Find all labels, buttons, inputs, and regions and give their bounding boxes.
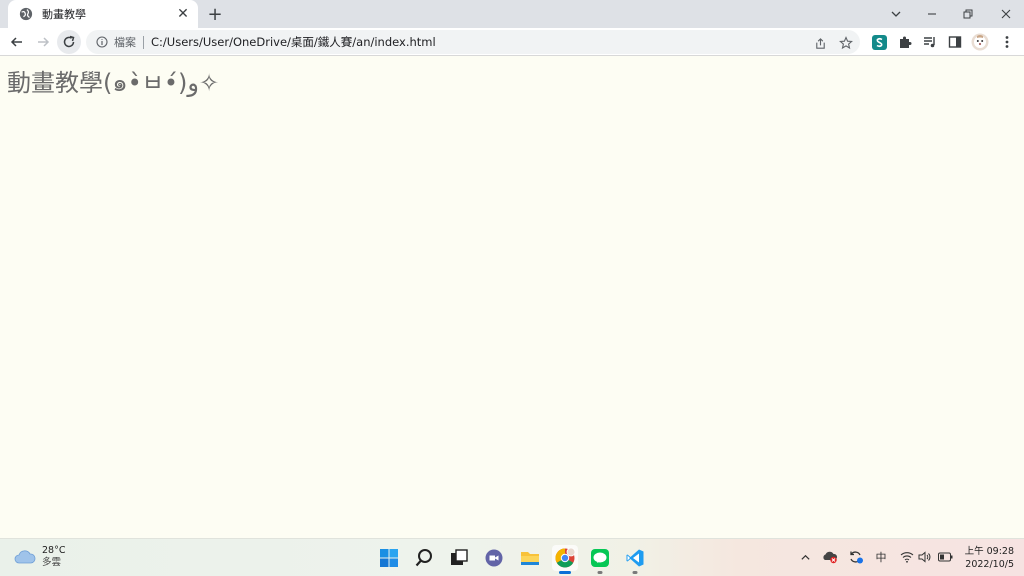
- clock-date: 2022/10/5: [965, 559, 1014, 570]
- windows-taskbar: 28°C 多雲 中 上午 09:28 2022/10/5: [0, 538, 1024, 576]
- page-heading: 動畫教學(๑•̀ㅂ•́)و✧: [7, 69, 220, 97]
- media-queue-icon: [924, 37, 935, 48]
- forward-button[interactable]: [31, 30, 55, 54]
- share-button[interactable]: [811, 34, 829, 52]
- task-view-button[interactable]: [446, 545, 472, 571]
- side-panel-icon: [948, 36, 962, 48]
- search-button[interactable]: [411, 545, 437, 571]
- browser-toolbar: 檔案 C:/Users/User/OneDrive/桌面/鐵人賽/an/inde…: [0, 28, 1024, 56]
- profile-button[interactable]: [971, 33, 989, 51]
- vscode-button[interactable]: [622, 545, 648, 574]
- vscode-icon: [626, 549, 644, 567]
- extensions-button[interactable]: [896, 33, 914, 51]
- windows-logo-icon: [380, 549, 398, 567]
- chrome-menu-button[interactable]: [998, 33, 1016, 51]
- cloud-icon: [14, 550, 36, 564]
- reload-button[interactable]: [57, 30, 81, 54]
- s-extension-button[interactable]: [870, 33, 888, 51]
- volume-button[interactable]: [917, 549, 933, 565]
- tab-close-icon[interactable]: ✕: [174, 5, 192, 23]
- minimize-icon: [928, 13, 936, 15]
- speaker-icon: [918, 551, 931, 563]
- address-separator: [143, 35, 144, 49]
- arrow-left-icon: [10, 37, 22, 47]
- bookmark-button[interactable]: [837, 34, 855, 52]
- wifi-button[interactable]: [899, 549, 915, 565]
- side-panel-button[interactable]: [946, 33, 964, 51]
- close-icon: [1001, 9, 1011, 19]
- info-icon[interactable]: [96, 36, 108, 48]
- chevron-up-icon: [800, 554, 810, 560]
- browser-titlebar: 動畫教學 ✕ +: [0, 0, 1024, 28]
- address-url[interactable]: C:/Users/User/OneDrive/桌面/鐵人賽/an/index.h…: [151, 34, 436, 50]
- line-app-icon: [591, 549, 609, 567]
- address-bar[interactable]: 檔案 C:/Users/User/OneDrive/桌面/鐵人賽/an/inde…: [86, 30, 860, 54]
- running-app-indicator: [597, 571, 603, 574]
- wifi-icon: [900, 552, 914, 563]
- restore-icon: [963, 9, 973, 19]
- new-tab-button[interactable]: +: [204, 4, 226, 25]
- onedrive-status-button[interactable]: [822, 549, 838, 565]
- close-window-button[interactable]: [988, 0, 1024, 28]
- s-extension-icon: [871, 34, 887, 50]
- reading-list-button[interactable]: [921, 33, 939, 51]
- active-app-indicator: [559, 571, 571, 574]
- tab-title: 動畫教學: [42, 8, 86, 21]
- weather-condition: 多雲: [42, 557, 62, 568]
- sync-status-button[interactable]: [848, 549, 864, 565]
- file-explorer-button[interactable]: [517, 545, 543, 571]
- task-view-icon: [451, 549, 468, 565]
- teams-chat-icon: [485, 549, 503, 567]
- arrow-right-icon: [38, 37, 50, 47]
- search-icon: [415, 549, 432, 567]
- file-scheme-label: 檔案: [114, 36, 136, 49]
- tab-search-button[interactable]: [878, 0, 914, 28]
- onedrive-error-icon: [823, 551, 838, 564]
- chrome-icon: [555, 547, 576, 568]
- battery-icon: [937, 552, 952, 562]
- star-icon: [839, 36, 853, 50]
- back-button[interactable]: [5, 30, 29, 54]
- chrome-taskbar-button[interactable]: [552, 545, 578, 574]
- reload-icon: [63, 35, 75, 48]
- more-vert-icon: [1005, 36, 1009, 48]
- restore-button[interactable]: [950, 0, 986, 28]
- line-app-button[interactable]: [587, 545, 613, 574]
- input-method-button[interactable]: 中: [873, 549, 889, 565]
- battery-button[interactable]: [937, 549, 953, 565]
- weather-widget[interactable]: 28°C 多雲: [14, 545, 65, 569]
- puzzle-icon: [900, 36, 912, 48]
- page-viewport: 動畫教學(๑•̀ㅂ•́)و✧: [0, 57, 1024, 538]
- show-hidden-icons-button[interactable]: [797, 549, 813, 565]
- folder-icon: [521, 552, 539, 565]
- clock-time: 上午 09:28: [964, 546, 1014, 557]
- profile-avatar-icon: [971, 33, 989, 51]
- teams-chat-button[interactable]: [481, 545, 507, 571]
- weather-temperature: 28°C: [42, 545, 66, 556]
- sync-icon: [850, 551, 863, 564]
- browser-tab-active[interactable]: 動畫教學 ✕: [8, 0, 198, 28]
- start-button[interactable]: [376, 545, 402, 571]
- globe-icon: [18, 6, 34, 22]
- taskbar-clock[interactable]: 上午 09:28 2022/10/5: [960, 545, 1014, 571]
- minimize-button[interactable]: [914, 0, 950, 28]
- chevron-down-icon: [891, 11, 901, 17]
- share-icon: [815, 37, 825, 49]
- running-app-indicator: [632, 571, 638, 574]
